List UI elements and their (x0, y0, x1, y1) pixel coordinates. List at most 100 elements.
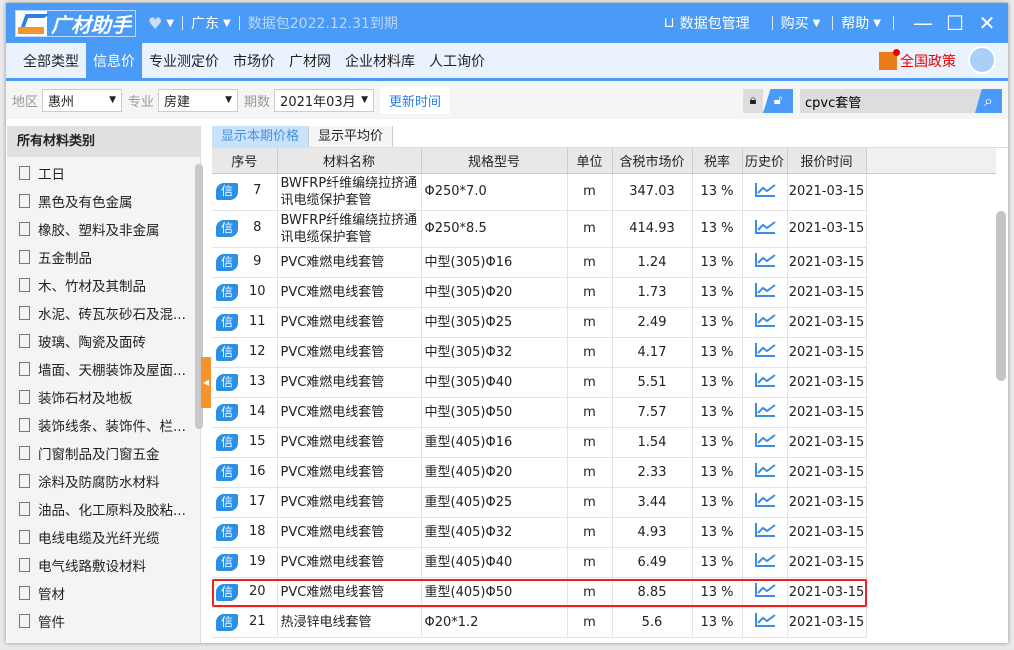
region-dropdown[interactable]: 广东 ▼ (191, 13, 231, 33)
tab-manual-inquiry[interactable]: 人工询价 (422, 43, 492, 78)
material-name: PVC难燃电线套管 (277, 487, 422, 518)
column-header[interactable]: 材料名称 (277, 148, 422, 174)
tab-enterprise-library[interactable]: 企业材料库 (338, 43, 422, 78)
history-chart-icon[interactable] (754, 463, 776, 477)
row-number: 12 (248, 343, 266, 359)
period-select[interactable]: 2021年03月 ▼ (274, 88, 375, 112)
column-header[interactable]: 税率 (692, 148, 743, 174)
history-chart-icon[interactable] (754, 373, 776, 387)
column-header[interactable]: 单位 (567, 148, 613, 174)
table-scrollbar[interactable] (996, 211, 1006, 381)
column-header[interactable]: 历史价 (742, 148, 788, 174)
area-select[interactable]: 惠州 ▼ (42, 88, 123, 112)
quote-date: 2021-03-15 (787, 307, 867, 338)
vip-dropdown[interactable]: ♥ ▼ (148, 14, 174, 33)
column-header[interactable]: 含税市场价 (612, 148, 693, 174)
history-chart-icon[interactable] (754, 283, 776, 297)
category-item[interactable]: 电线电缆及光纤光缆 (7, 523, 200, 551)
material-name: PVC难燃电线套管 (277, 247, 422, 278)
category-item[interactable]: 电气线路敷设材料 (7, 551, 200, 579)
category-item[interactable]: 墙面、天棚装饰及屋面... (7, 355, 200, 383)
table-row[interactable]: 信 10 PVC难燃电线套管 中型(305)Φ20 m 1.73 13 % 202… (212, 277, 996, 308)
table-row[interactable]: 信 18 PVC难燃电线套管 重型(405)Φ32 m 4.93 13 % 202… (212, 517, 996, 548)
history-chart-icon[interactable] (754, 433, 776, 447)
table-row[interactable]: 信 20 PVC难燃电线套管 重型(405)Φ50 m 8.85 13 % 202… (212, 577, 996, 608)
history-chart-icon[interactable] (754, 182, 776, 197)
info-badge: 信 (216, 183, 238, 200)
help-menu[interactable]: 帮助 (841, 13, 869, 33)
category-label: 电线电缆及光纤光缆 (38, 531, 160, 547)
maximize-button[interactable]: ☐ (944, 11, 966, 35)
category-item[interactable]: 装饰石材及地板 (7, 383, 200, 411)
category-item[interactable]: 装饰线条、装饰件、栏... (7, 411, 200, 439)
national-policy-button[interactable]: 全国政策 (879, 49, 956, 71)
table-row[interactable]: 信 14 PVC难燃电线套管 中型(305)Φ50 m 7.57 13 % 202… (212, 397, 996, 428)
history-chart-icon[interactable] (754, 613, 776, 627)
tax-rate: 13 % (692, 487, 743, 518)
history-chart-icon[interactable] (754, 523, 776, 537)
unlock-icon[interactable]: 🔓︎ (763, 89, 793, 113)
tab-gc-net[interactable]: 广材网 (282, 43, 338, 78)
category-item[interactable]: 管件 (7, 607, 200, 635)
info-badge: 信 (216, 253, 238, 271)
column-header[interactable]: 规格型号 (421, 148, 568, 174)
table-row[interactable]: 信 15 PVC难燃电线套管 重型(405)Φ16 m 1.54 13 % 202… (212, 427, 996, 458)
table-row[interactable]: 信9 PVC难燃电线套管 中型(305)Φ16 m 1.24 13 % 2021… (212, 247, 996, 278)
history-chart-icon[interactable] (754, 313, 776, 327)
table-row[interactable]: 信 13 PVC难燃电线套管 中型(305)Φ40 m 5.51 13 % 202… (212, 367, 996, 398)
tab-info-price[interactable]: 信息价 (86, 43, 142, 78)
chevron-down-icon: ▼ (166, 17, 175, 29)
category-item[interactable]: 橡胶、塑料及非金属 (7, 215, 200, 243)
minimize-button[interactable]: — (912, 11, 934, 35)
tab-market-price[interactable]: 市场价 (226, 43, 282, 78)
close-button[interactable]: ✕ (976, 11, 998, 35)
category-item[interactable]: 涂料及防腐防水材料 (7, 467, 200, 495)
history-chart-icon[interactable] (754, 219, 776, 234)
major-select[interactable]: 房建 ▼ (158, 88, 239, 112)
chevron-down-icon: ▼ (873, 17, 881, 29)
tax-rate: 13 % (692, 307, 743, 338)
category-item[interactable]: 管材 (7, 579, 200, 607)
column-header[interactable]: 序号 (212, 148, 278, 174)
collapse-sidebar-button[interactable]: ◀ (201, 357, 211, 408)
tab-all-types[interactable]: 全部类型 (16, 43, 86, 78)
history-chart-icon[interactable] (754, 553, 776, 567)
category-item[interactable]: 玻璃、陶瓷及面砖 (7, 327, 200, 355)
table-row[interactable]: 信 12 PVC难燃电线套管 中型(305)Φ32 m 4.17 13 % 202… (212, 337, 996, 368)
avatar[interactable] (968, 46, 996, 74)
update-time-button[interactable]: 更新时间 (380, 86, 451, 114)
history-chart-icon[interactable] (754, 493, 776, 507)
tab-professional-price[interactable]: 专业测定价 (142, 43, 226, 78)
history-chart-icon[interactable] (754, 253, 776, 267)
table-row[interactable]: 信7 BWFRP纤维编绕拉挤通讯电缆保护套管 Φ250*7.0 m 347.03… (212, 173, 996, 211)
category-item[interactable]: 黑色及有色金属 (7, 187, 200, 215)
search-icon[interactable]: ⌕ (975, 89, 1002, 113)
row-filler (866, 210, 996, 247)
tax-rate: 13 % (692, 173, 743, 211)
sidebar-title: 所有材料类别 (7, 126, 200, 157)
row-number: 15 (248, 433, 266, 449)
search-input[interactable] (800, 89, 975, 113)
tab-current-price[interactable]: 显示本期价格 (212, 126, 310, 147)
category-item[interactable]: 油品、化工原料及胶粘... (7, 495, 200, 523)
category-item[interactable]: 门窗制品及门窗五金 (7, 439, 200, 467)
column-header[interactable]: 报价时间 (787, 148, 867, 174)
table-row[interactable]: 信8 BWFRP纤维编绕拉挤通讯电缆保护套管 Φ250*8.5 m 414.93… (212, 210, 996, 248)
category-item[interactable]: 五金制品 (7, 243, 200, 271)
history-chart-icon[interactable] (754, 403, 776, 417)
category-item[interactable]: 工日 (7, 159, 200, 187)
table-row[interactable]: 信 11 PVC难燃电线套管 中型(305)Φ25 m 2.49 13 % 202… (212, 307, 996, 338)
table-row[interactable]: 信 21 热浸锌电线套管 Φ20*1.2 m 5.6 13 % 2021-03-1… (212, 607, 996, 638)
table-row[interactable]: 信 19 PVC难燃电线套管 重型(405)Φ40 m 6.49 13 % 202… (212, 547, 996, 578)
table-row[interactable]: 信 16 PVC难燃电线套管 重型(405)Φ20 m 2.33 13 % 202… (212, 457, 996, 488)
lock-icon[interactable]: 🔒︎ (743, 89, 763, 113)
table-row[interactable]: 信 17 PVC难燃电线套管 重型(405)Φ25 m 3.44 13 % 202… (212, 487, 996, 518)
document-icon (19, 446, 30, 460)
category-item[interactable]: 木、竹材及其制品 (7, 271, 200, 299)
buy-menu[interactable]: 购买 (781, 13, 809, 33)
tab-average-price[interactable]: 显示平均价 (309, 126, 394, 147)
history-chart-icon[interactable] (754, 583, 776, 597)
data-package-button[interactable]: 数据包管理 (680, 13, 750, 33)
history-chart-icon[interactable] (754, 343, 776, 357)
category-item[interactable]: 水泥、砖瓦灰砂石及混... (7, 299, 200, 327)
